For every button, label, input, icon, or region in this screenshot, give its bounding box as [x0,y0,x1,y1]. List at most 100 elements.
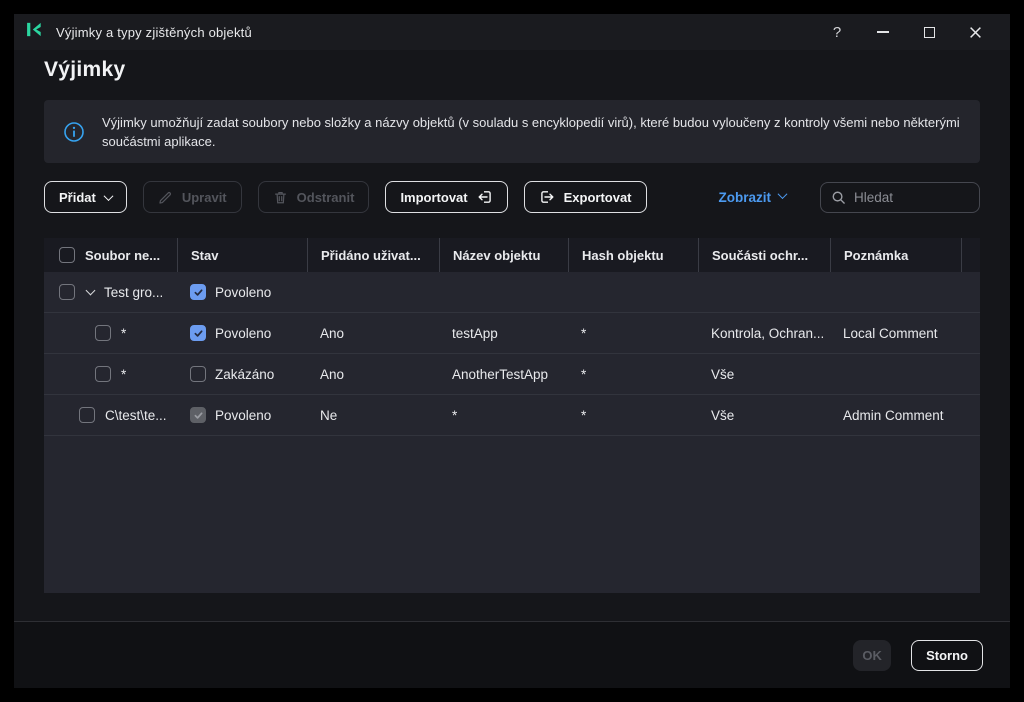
table-header-row: Soubor ne... Stav Přidáno uživat... Náze… [44,238,980,272]
header-comment: Poznámka [830,238,961,272]
cell-object-hash: * [581,407,587,423]
table-row-group[interactable]: Test gro... Povoleno [44,272,980,313]
status-checkbox-disabled [190,407,206,423]
search-box [820,181,980,213]
check-icon [194,411,202,419]
window-title: Výjimky a typy zjištěných objektů [56,24,252,40]
import-button-label: Importovat [400,189,468,205]
header-file-name: Soubor ne... [44,238,177,272]
header-spacer [961,238,980,272]
header-label: Soubor ne... [85,247,161,263]
cell-file-name: * [44,366,177,382]
page-title: Výjimky [44,58,126,81]
cell-object-name: AnotherTestApp [452,366,549,382]
table-row[interactable]: C\test\te... Povoleno Ne * * Vše Admin C… [44,395,980,436]
file-name: * [121,325,127,341]
cell-comment: Local Comment [843,325,938,341]
maximize-icon [923,26,935,38]
export-icon [540,191,554,203]
cell-object-name: * [452,407,458,423]
import-button[interactable]: Importovat [385,181,508,213]
file-name: C\test\te... [105,407,167,423]
info-icon [63,121,85,143]
select-all-checkbox[interactable] [59,247,75,263]
edit-button[interactable]: Upravit [142,181,242,213]
status-checkbox[interactable] [190,366,206,382]
cell-status: Povoleno [177,284,307,300]
cell-object-hash: * [581,366,587,382]
screen: Výjimky a typy zjištěných objektů ? Výji… [0,0,1024,702]
cell-file-name: * [44,325,177,341]
header-added-by-user: Přidáno uživat... [307,238,439,272]
window-controls: ? [814,14,998,50]
titlebar: Výjimky a typy zjištěných objektů ? [14,14,1010,50]
export-button[interactable]: Exportovat [523,181,647,213]
cell-protection-components: Kontrola, Ochran... [711,325,825,341]
check-icon [194,329,202,337]
kaspersky-logo-icon [25,20,44,44]
trash-icon [274,191,286,203]
help-icon: ? [832,23,842,41]
add-button-label: Přidat [59,189,96,205]
cell-status: Povoleno [177,407,307,423]
minimize-icon [877,31,889,33]
cancel-button[interactable]: Storno [911,639,983,671]
status-checkbox[interactable] [190,284,206,300]
cell-added-by-user: Ano [320,366,345,382]
edit-button-label: Upravit [181,189,227,205]
add-button[interactable]: Přidat [44,181,127,213]
status-label: Povoleno [215,284,272,300]
chevron-down-icon [777,189,788,200]
header-object-name: Název objektu [439,238,568,272]
info-banner: Výjimky umožňují zadat soubory nebo slož… [44,100,980,163]
maximize-button[interactable] [906,14,952,50]
status-label: Povoleno [215,325,272,341]
cell-file-name: Test gro... [44,284,177,300]
table-empty-area [44,436,980,593]
header-protection-components: Součásti ochr... [698,238,830,272]
row-checkbox[interactable] [95,325,111,341]
export-button-label: Exportovat [563,189,632,205]
row-checkbox[interactable] [79,407,95,423]
group-name: Test gro... [104,284,164,300]
table-row[interactable]: * Zakázáno Ano AnotherTestApp * Vše [44,354,980,395]
pencil-icon [159,191,171,204]
view-dropdown[interactable]: Zobrazit [718,189,788,205]
status-checkbox[interactable] [190,325,206,341]
minimize-button[interactable] [860,14,906,50]
exclusions-table: Soubor ne... Stav Přidáno uživat... Náze… [44,238,980,593]
row-checkbox[interactable] [95,366,111,382]
cell-object-hash: * [581,325,587,341]
help-button[interactable]: ? [814,14,860,50]
close-button[interactable] [952,14,998,50]
import-icon [478,191,491,203]
header-object-hash: Hash objektu [568,238,698,272]
collapse-chevron-icon[interactable] [85,285,96,296]
app-window: Výjimky a typy zjištěných objektů ? Výji… [14,14,1010,688]
cell-comment: Admin Comment [843,407,944,423]
cell-added-by-user: Ano [320,325,345,341]
file-name: * [121,366,127,382]
cell-status: Povoleno [177,325,307,341]
header-status: Stav [177,238,307,272]
status-label: Zakázáno [215,366,275,382]
cell-protection-components: Vše [711,407,735,423]
search-input[interactable] [854,189,969,205]
toolbar: Přidat Upravit Odstranit Importovat Expo… [44,181,980,213]
chevron-down-icon [103,190,114,201]
status-label: Povoleno [215,407,272,423]
search-icon [832,191,845,204]
check-icon [194,288,202,296]
close-icon [969,26,981,38]
info-text: Výjimky umožňují zadat soubory nebo slož… [102,114,960,149]
ok-button[interactable]: OK [853,639,892,671]
cell-added-by-user: Ne [320,407,338,423]
delete-button-label: Odstranit [296,189,355,205]
table-row[interactable]: * Povoleno Ano testApp * Kontrola, Ochra… [44,313,980,354]
cell-object-name: testApp [452,325,498,341]
cell-protection-components: Vše [711,366,735,382]
row-checkbox[interactable] [59,284,75,300]
cell-status: Zakázáno [177,366,307,382]
delete-button[interactable]: Odstranit [257,181,370,213]
view-dropdown-label: Zobrazit [718,189,772,205]
